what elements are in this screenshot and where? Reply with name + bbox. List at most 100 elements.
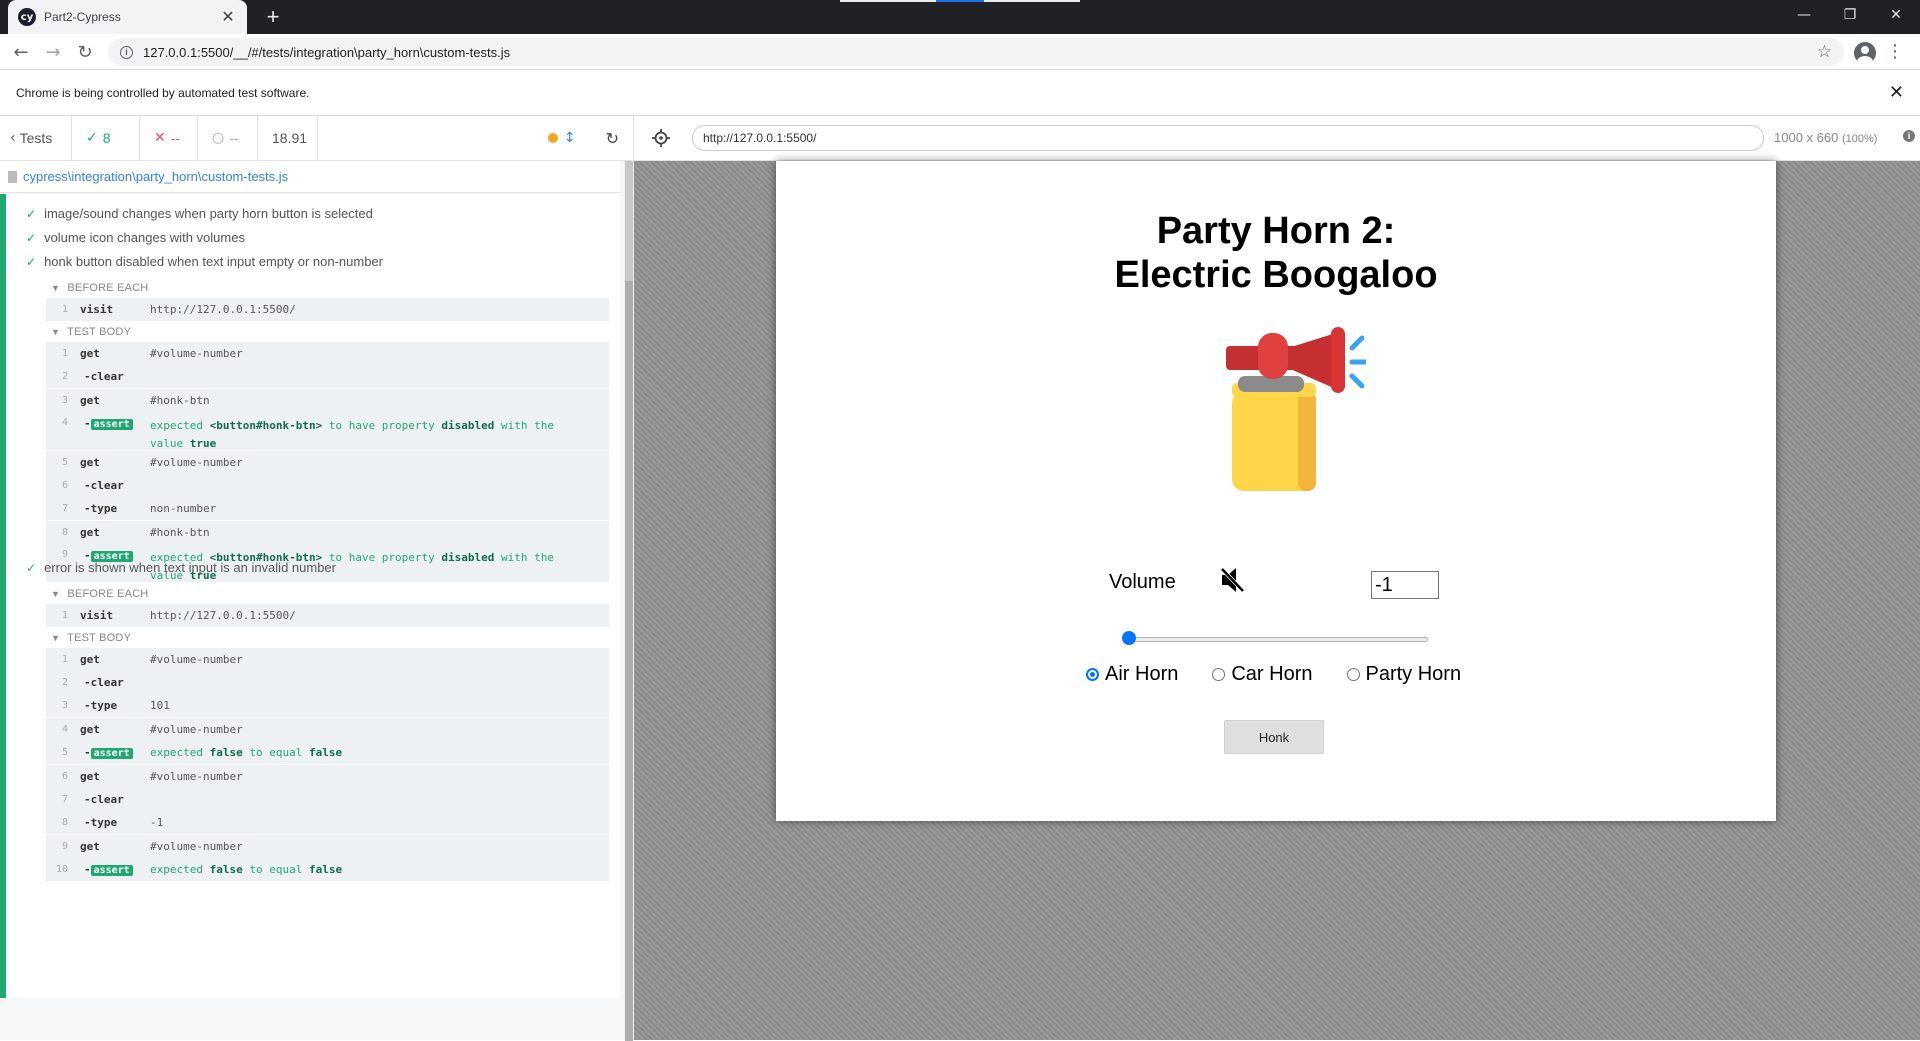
command-row[interactable]: 9 get #volume-number [46,835,609,858]
command-row[interactable]: 1 get #volume-number [46,342,609,365]
command-list: 1 visit http://127.0.0.1:5500/ [46,604,609,627]
radio-label[interactable]: Air Horn [1105,663,1178,686]
command-row[interactable]: 7 -clear [46,788,609,811]
cypress-reporter: ‹ Tests ✓ 8 ✕ -- ○ -- 18.91 ↕ ↻ cypress\… [0,115,634,1041]
profile-avatar[interactable] [1854,42,1876,64]
window-close-icon[interactable]: ✕ [1873,0,1919,30]
honk-button[interactable]: Honk [1224,720,1324,754]
slider-track[interactable] [1124,637,1428,642]
command-row-assert[interactable]: 10 - assert expected false to equal false [46,858,609,881]
chevron-left-icon: ‹ [10,130,16,146]
radio-button[interactable] [1346,668,1360,681]
runner-header: http://127.0.0.1:5500/ 1000 x 660 (100%)… [634,116,1920,161]
command-row[interactable]: 8 -type -1 [46,811,609,834]
command-row[interactable]: 4 get #volume-number [46,718,609,741]
command-row[interactable]: 3 get #honk-btn [46,389,609,412]
command-row[interactable]: 6 -clear [46,474,609,497]
kebab-menu-icon[interactable]: ⋮ [1886,40,1904,64]
address-bar[interactable]: i 127.0.0.1:5500/__/#/tests/integration\… [108,38,1844,66]
command-row[interactable]: 8 get #honk-btn [46,521,609,544]
infobar-text: Chrome is being controlled by automated … [16,85,310,100]
radio-button-checked[interactable] [1086,668,1099,681]
minimize-icon[interactable]: — [1781,0,1827,30]
volume-label: Volume [1109,571,1176,593]
aut-url-field[interactable]: http://127.0.0.1:5500/ [692,125,1764,151]
site-info-icon[interactable]: i [120,45,133,59]
caret-down-icon: ▼ [51,327,61,337]
passed-count-value: 8 [102,130,111,146]
volume-number-input[interactable] [1371,571,1439,599]
horn-radio-group: Air Horn Car Horn Party Horn [1086,663,1495,686]
command-row[interactable]: 2 -clear [46,671,609,694]
browser-toolbar: ← → ↻ i 127.0.0.1:5500/__/#/tests/integr… [0,34,1920,70]
pass-check-icon: ✓ [26,206,37,221]
autoscroll-icon[interactable]: ↕ [564,130,576,146]
reload-icon[interactable]: ↻ [72,39,98,65]
command-row-assert[interactable]: 4 - assert expected <button#honk-btn> to … [46,412,609,450]
pending-count-value: -- [229,130,239,146]
command-row[interactable]: 1 visit http://127.0.0.1:5500/ [46,298,609,321]
volume-slider[interactable] [1122,631,1428,645]
restart-icon[interactable]: ↻ [606,129,619,148]
command-row[interactable]: 1 get #volume-number [46,648,609,671]
test-item[interactable]: ✓ image/sound changes when party horn bu… [26,206,373,221]
restore-icon[interactable]: ❐ [1827,0,1873,30]
radio-label[interactable]: Party Horn [1366,663,1462,686]
test-item[interactable]: ✓ volume icon changes with volumes [26,230,245,245]
star-icon[interactable]: ☆ [1817,42,1832,62]
hook-label[interactable]: BEFORE EACH [67,282,148,294]
title-line-1: Party Horn 2: [1156,210,1396,252]
hook-before-each[interactable]: ▼ BEFORE EACH [51,282,148,294]
command-row[interactable]: 7 -type non-number [46,497,609,520]
radio-party-horn[interactable]: Party Horn [1346,663,1462,686]
slider-thumb[interactable] [1122,631,1136,645]
radio-car-horn[interactable]: Car Horn [1212,663,1313,686]
new-tab-plus-icon[interactable]: + [260,4,286,30]
spec-path[interactable]: cypress\integration\party_horn\custom-te… [0,161,620,193]
drag-strip [840,0,1080,2]
viewport-size[interactable]: 1000 x 660 (100%) [1774,130,1877,145]
page-title: Party Horn 2: Electric Boogaloo [776,209,1776,297]
air-horn-icon [1226,327,1366,491]
hook-test-body[interactable]: ▼ TEST BODY [51,632,131,644]
assert-message: expected false to equal false [150,745,343,759]
test-title[interactable]: honk button disabled when text input emp… [44,254,383,269]
command-list: 1 get #volume-number 2 -clear 3 -type 10… [46,648,609,881]
viewport-info-icon[interactable]: i [1903,130,1915,142]
command-list: 1 get #volume-number 2 -clear 3 get #hon… [46,342,609,582]
reporter-scrollbar[interactable] [624,161,634,1041]
test-item[interactable]: ✓ error is shown when text input is an i… [26,560,336,575]
command-row[interactable]: 6 get #volume-number [46,765,609,788]
command-row-assert[interactable]: 5 - assert expected false to equal false [46,741,609,764]
test-title[interactable]: image/sound changes when party horn butt… [44,206,373,221]
selector-playground-crosshair-icon[interactable] [652,129,670,147]
hook-before-each[interactable]: ▼ BEFORE EACH [51,588,148,600]
browser-tab[interactable]: cy Part2-Cypress ✕ [8,0,247,34]
tab-close-icon[interactable]: ✕ [219,7,237,27]
radio-air-horn[interactable]: Air Horn [1086,663,1178,686]
hook-label[interactable]: TEST BODY [67,326,131,338]
arrow-left-icon[interactable]: ← [8,39,34,65]
title-line-2: Electric Boogaloo [1114,254,1438,296]
hook-label[interactable]: BEFORE EACH [67,588,148,600]
check-icon: ✓ [86,130,98,146]
test-item[interactable]: ✓ honk button disabled when text input e… [26,254,383,269]
tests-back-button[interactable]: ‹ Tests [0,115,72,161]
test-title[interactable]: volume icon changes with volumes [44,230,245,245]
infobar-close-icon[interactable]: ✕ [1889,82,1904,103]
test-title[interactable]: error is shown when text input is an inv… [44,560,336,575]
file-icon [8,170,17,183]
radio-label[interactable]: Car Horn [1231,663,1312,686]
command-row[interactable]: 1 visit http://127.0.0.1:5500/ [46,604,609,627]
command-row[interactable]: 3 -type 101 [46,694,609,717]
hook-label[interactable]: TEST BODY [67,632,131,644]
address-bar-url[interactable]: 127.0.0.1:5500/__/#/tests/integration\pa… [143,45,1817,60]
arrow-right-icon[interactable]: → [40,39,66,65]
command-row[interactable]: 5 get #volume-number [46,451,609,474]
hook-test-body[interactable]: ▼ TEST BODY [51,326,131,338]
command-row[interactable]: 2 -clear [46,365,609,388]
spec-path-text[interactable]: cypress\integration\party_horn\custom-te… [23,169,288,184]
radio-button[interactable] [1212,668,1226,681]
caret-down-icon: ▼ [51,283,61,293]
failed-count: ✕ -- [140,115,198,161]
